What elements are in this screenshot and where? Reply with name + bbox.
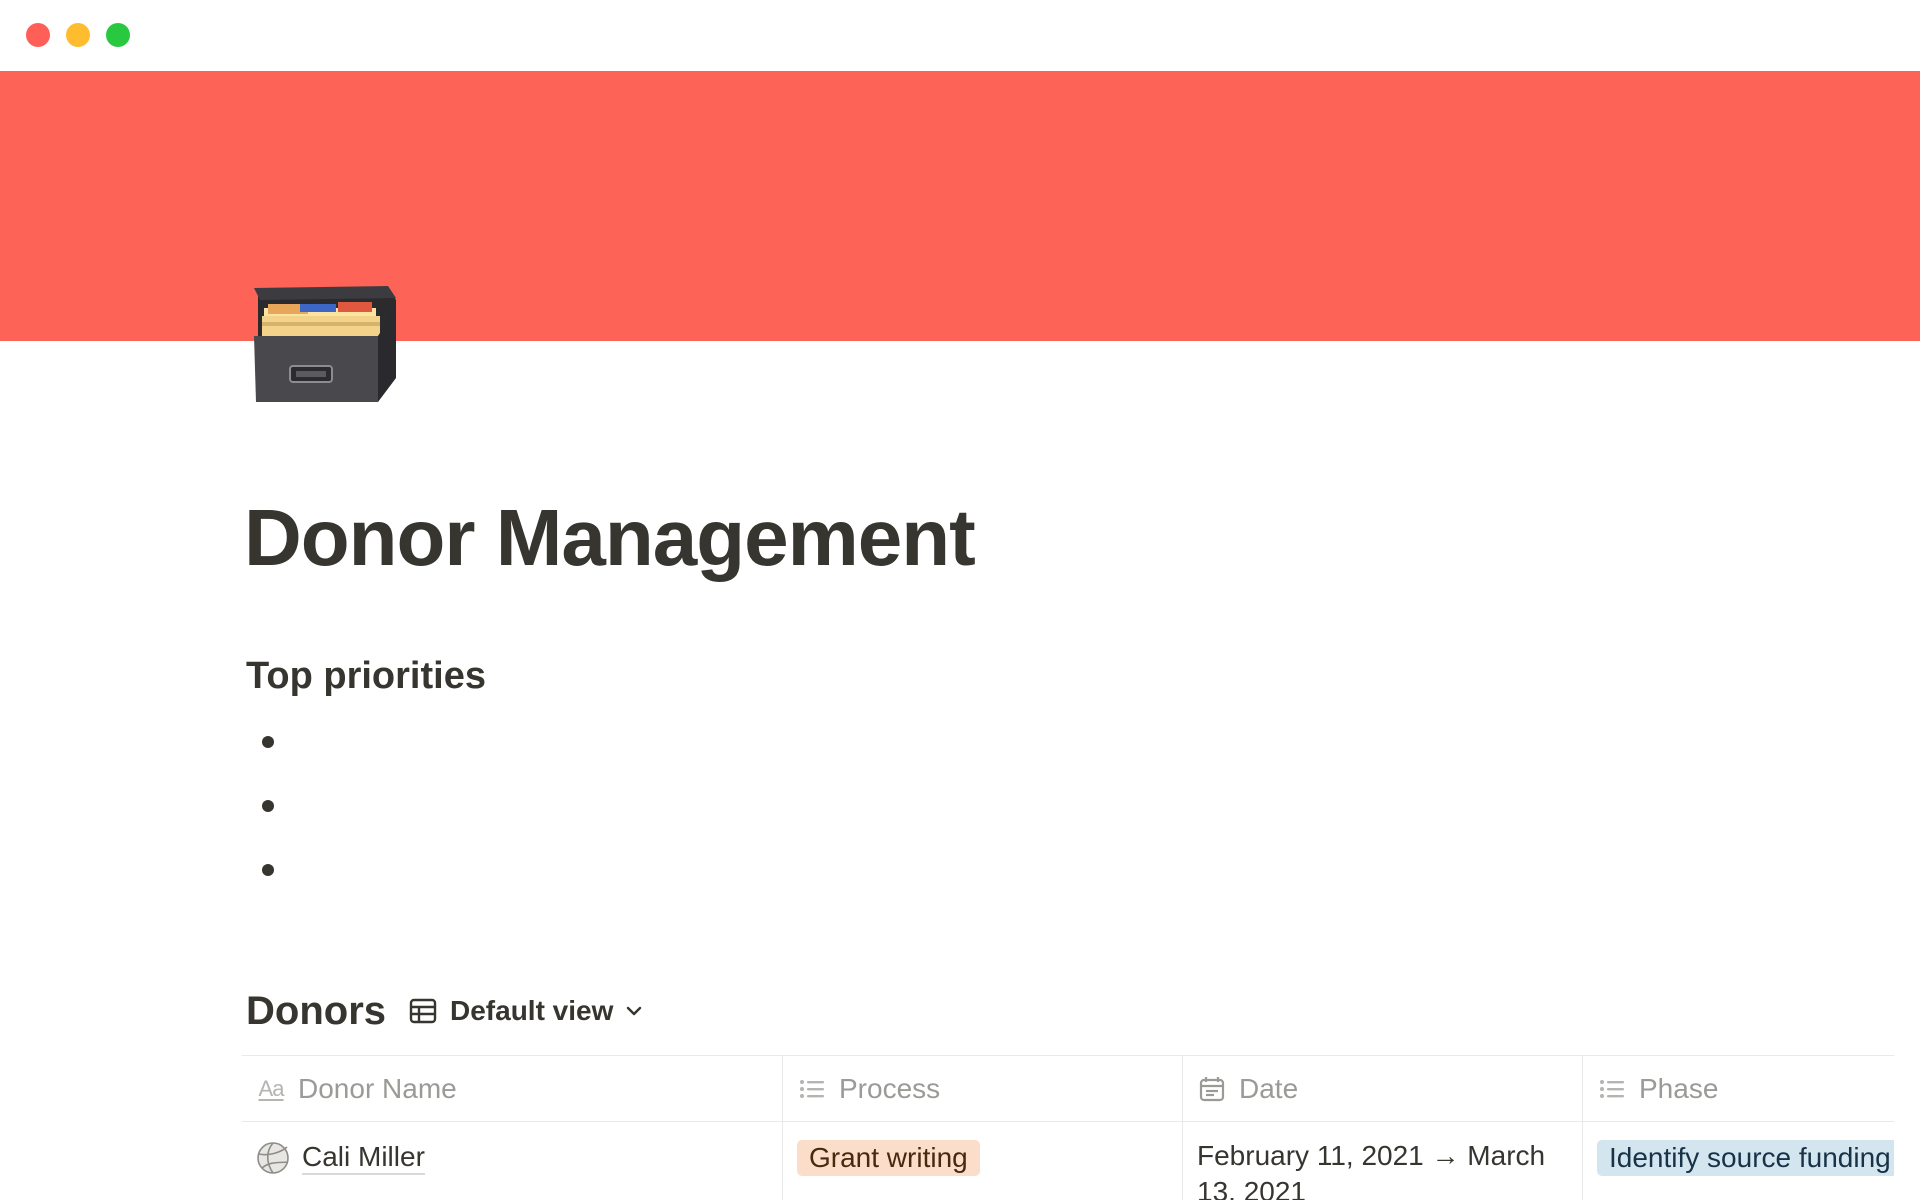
priorities-bullet-list xyxy=(256,728,856,920)
column-header-donor-name[interactable]: Aa Donor Name xyxy=(242,1056,783,1121)
table-header-row: Aa Donor Name Process Date Phase xyxy=(242,1056,1894,1122)
donors-table: Aa Donor Name Process Date Phase Cali Mi… xyxy=(242,1055,1894,1200)
bullet-item[interactable] xyxy=(256,856,856,920)
column-label: Date xyxy=(1239,1073,1299,1104)
minimize-window-button[interactable] xyxy=(66,23,90,47)
list-property-icon xyxy=(797,1074,827,1104)
column-header-process[interactable]: Process xyxy=(783,1056,1183,1121)
chevron-down-icon xyxy=(623,1000,645,1022)
table-row[interactable]: Cali Miller Grant writing February 11, 2… xyxy=(242,1122,1894,1200)
volleyball-icon xyxy=(256,1141,290,1175)
column-label: Donor Name xyxy=(298,1073,457,1104)
database-header: Donors Default view xyxy=(246,985,645,1037)
bullet-dot-icon xyxy=(262,736,274,748)
view-label: Default view xyxy=(450,995,614,1026)
column-label: Process xyxy=(839,1073,941,1104)
bullet-item[interactable] xyxy=(256,792,856,856)
heading-top-priorities[interactable]: Top priorities xyxy=(246,655,486,698)
table-view-icon xyxy=(408,996,438,1026)
process-tag: Grant writing xyxy=(797,1140,980,1176)
calendar-icon xyxy=(1197,1074,1227,1104)
cell-donor-name[interactable]: Cali Miller xyxy=(242,1122,783,1200)
date-range: February 11, 2021 → March 13, 2021 xyxy=(1197,1140,1546,1200)
database-title[interactable]: Donors xyxy=(246,989,386,1034)
cell-phase[interactable]: Identify source funding xyxy=(1583,1122,1894,1200)
column-header-phase[interactable]: Phase xyxy=(1583,1056,1894,1121)
bullet-dot-icon xyxy=(262,800,274,812)
zoom-window-button[interactable] xyxy=(106,23,130,47)
cell-process[interactable]: Grant writing xyxy=(783,1122,1183,1200)
page-title[interactable]: Donor Management xyxy=(244,492,976,584)
donor-name-link[interactable]: Cali Miller xyxy=(302,1141,425,1175)
title-property-icon: Aa xyxy=(258,1076,285,1101)
column-label: Phase xyxy=(1639,1073,1719,1104)
card-file-box-icon[interactable] xyxy=(250,282,398,404)
bullet-item[interactable] xyxy=(256,728,856,792)
phase-tag: Identify source funding xyxy=(1597,1140,1894,1176)
cell-date[interactable]: February 11, 2021 → March 13, 2021 xyxy=(1183,1122,1583,1200)
column-header-date[interactable]: Date xyxy=(1183,1056,1583,1121)
view-switcher-button[interactable]: Default view xyxy=(408,995,645,1027)
list-property-icon xyxy=(1597,1074,1627,1104)
close-window-button[interactable] xyxy=(26,23,50,47)
bullet-dot-icon xyxy=(262,864,274,876)
window-titlebar xyxy=(0,0,1920,71)
